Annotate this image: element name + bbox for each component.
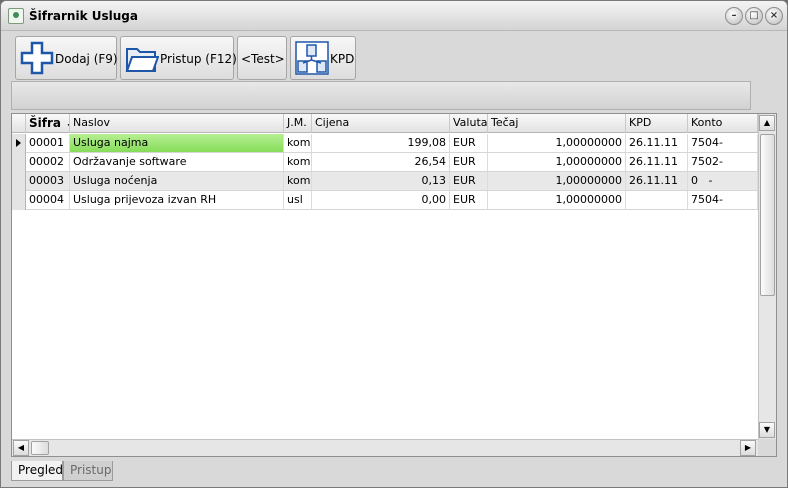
header-cijena[interactable]: Cijena [312,114,450,133]
cell-konto[interactable]: 0 - [688,172,758,190]
cell-sifra[interactable]: 00001 [26,134,70,152]
open-button-label: Pristup (F12) [160,52,237,66]
scrollbar-corner [758,439,776,456]
window-title: Šifrarnik Usluga [29,9,138,23]
row-indicator [12,134,26,153]
cell-valuta[interactable]: EUR [450,134,488,152]
restore-button[interactable]: □ [745,7,763,25]
cell-naslov[interactable]: Održavanje software [70,153,284,171]
cell-tecaj[interactable]: 1,00000000 [488,172,626,190]
test-button[interactable]: <Test> [237,36,287,80]
tab-pristup[interactable]: Pristup [63,461,113,481]
test-button-label: <Test> [241,52,285,66]
cell-sifra[interactable]: 00003 [26,172,70,190]
kpd-button[interactable]: KPD [290,36,356,80]
cell-jm[interactable]: kom [284,134,312,152]
add-button-label: Dodaj (F9) [55,52,118,66]
cell-konto[interactable]: 7504- [688,191,758,209]
open-button[interactable]: Pristup (F12) [120,36,237,80]
cell-cijena[interactable]: 0,13 [312,172,450,190]
plus-icon [20,41,54,75]
cell-naslov[interactable]: Usluga noćenja [70,172,284,190]
vertical-scroll-thumb[interactable] [760,134,775,296]
table-row[interactable]: 00003 Usluga noćenja kom 0,13 EUR 1,0000… [12,172,758,191]
table-row[interactable]: 00001 Usluga najma kom 199,08 EUR 1,0000… [12,134,758,153]
cell-valuta[interactable]: EUR [450,172,488,190]
cell-konto[interactable]: 7502- [688,153,758,171]
cell-kpd[interactable]: 26.11.11 [626,172,688,190]
cell-naslov[interactable]: Usluga najma [70,134,284,152]
app-icon [8,8,24,24]
scroll-right-icon[interactable]: ▶ [740,440,756,456]
cell-cijena[interactable]: 199,08 [312,134,450,152]
cell-kpd[interactable] [626,191,688,209]
folder-icon [125,48,159,72]
header-naslov[interactable]: Naslov [70,114,284,133]
vertical-scrollbar[interactable]: ▲ ▼ [758,114,776,440]
scroll-left-icon[interactable]: ◀ [13,440,29,456]
cell-jm[interactable]: kom [284,153,312,171]
cell-valuta[interactable]: EUR [450,153,488,171]
table-row[interactable]: 00002 Održavanje software kom 26,54 EUR … [12,153,758,172]
cell-tecaj[interactable]: 1,00000000 [488,191,626,209]
header-indicator [12,114,26,133]
cell-jm[interactable]: usl [284,191,312,209]
cell-konto[interactable]: 7504- [688,134,758,152]
window: Šifrarnik Usluga – □ × Dodaj (F9) Pristu… [0,0,788,488]
cell-tecaj[interactable]: 1,00000000 [488,134,626,152]
cell-cijena[interactable]: 0,00 [312,191,450,209]
filter-bar[interactable] [11,81,751,110]
tab-pregled[interactable]: Pregled [11,461,63,481]
grid-header: Šifra ↓ Naslov J.M. Cijena Valuta Tečaj … [12,114,758,133]
cell-valuta[interactable]: EUR [450,191,488,209]
header-valuta[interactable]: Valuta [450,114,488,133]
cell-naslov[interactable]: Usluga prijevoza izvan RH [70,191,284,209]
cell-sifra[interactable]: 00002 [26,153,70,171]
scroll-down-icon[interactable]: ▼ [759,422,775,438]
header-sifra[interactable]: Šifra ↓ [26,114,70,133]
close-button[interactable]: × [765,7,783,25]
title-bar[interactable]: Šifrarnik Usluga – □ × [1,1,787,31]
cell-jm[interactable]: kom [284,172,312,190]
hierarchy-icon [295,41,329,75]
add-button[interactable]: Dodaj (F9) [15,36,118,80]
data-grid[interactable]: Šifra ↓ Naslov J.M. Cijena Valuta Tečaj … [11,113,777,457]
minimize-button[interactable]: – [725,7,743,25]
row-indicator [12,191,26,210]
cell-sifra[interactable]: 00004 [26,191,70,209]
cell-cijena[interactable]: 26,54 [312,153,450,171]
header-konto[interactable]: Konto [688,114,758,133]
horizontal-scroll-thumb[interactable] [31,441,49,455]
cell-kpd[interactable]: 26.11.11 [626,153,688,171]
scroll-up-icon[interactable]: ▲ [759,115,775,131]
cell-tecaj[interactable]: 1,00000000 [488,153,626,171]
current-row-arrow-icon [16,139,21,147]
table-row[interactable]: 00004 Usluga prijevoza izvan RH usl 0,00… [12,191,758,210]
kpd-button-label: KPD [330,52,355,66]
header-kpd[interactable]: KPD [626,114,688,133]
row-indicator [12,172,26,191]
header-tecaj[interactable]: Tečaj [488,114,626,133]
cell-kpd[interactable]: 26.11.11 [626,134,688,152]
horizontal-scrollbar[interactable]: ◀ ▶ [12,439,758,456]
row-indicator [12,153,26,172]
header-jm[interactable]: J.M. [284,114,312,133]
